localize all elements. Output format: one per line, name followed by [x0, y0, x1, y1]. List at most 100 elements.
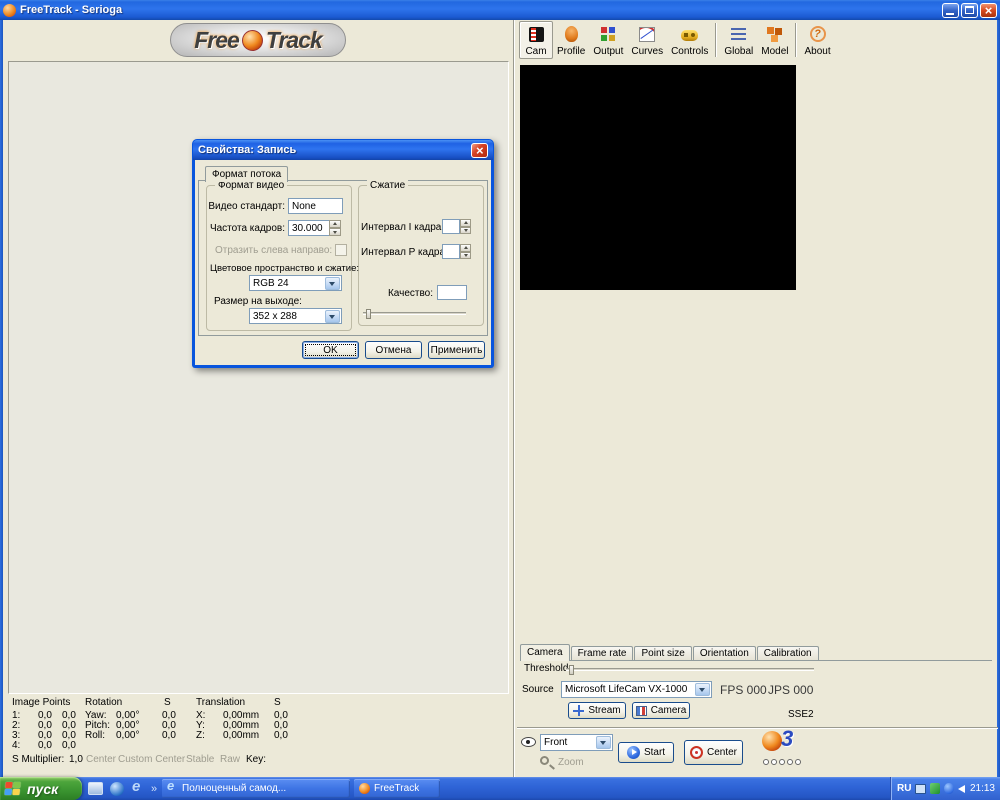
dialog-titlebar: Свойства: Запись [193, 140, 493, 160]
internet-explorer-quick-launch-icon[interactable] [131, 778, 144, 796]
window-controls [942, 2, 997, 18]
custom-center-button[interactable]: Custom Center [118, 754, 185, 765]
language-indicator[interactable]: RU [897, 783, 911, 794]
frame-rate-stepper[interactable] [329, 220, 341, 236]
quality-slider-thumb[interactable] [366, 309, 371, 319]
zoom-control[interactable]: Zoom [558, 757, 584, 768]
minimize-button[interactable] [942, 2, 959, 18]
chevron-down-icon[interactable] [325, 310, 340, 323]
toolbar-curves-button[interactable]: Curves [627, 21, 667, 59]
tray-shield-icon[interactable] [930, 783, 941, 794]
toolbar-model-button[interactable]: Model [757, 21, 792, 59]
tab-frame-rate[interactable]: Frame rate [570, 646, 634, 660]
cancel-button-label: Отмена [375, 344, 412, 356]
quick-launch-icon-2[interactable] [110, 781, 124, 796]
video-standard-field[interactable]: None [288, 198, 343, 214]
i-frame-interval-field[interactable] [442, 219, 460, 234]
close-button[interactable] [980, 2, 997, 18]
raw-toggle[interactable]: Raw [220, 754, 240, 765]
toolbar-about-button[interactable]: About [800, 21, 834, 59]
start-button-taskbar[interactable]: пуск [0, 777, 82, 800]
frame-rate-label: Частота кадров: [209, 223, 285, 234]
sse2-label: SSE2 [788, 709, 814, 720]
view-select[interactable]: Front [540, 734, 613, 751]
status-led-3[interactable] [779, 759, 785, 765]
chevron-down-icon[interactable] [695, 683, 710, 696]
tab-orientation[interactable]: Orientation [692, 646, 756, 660]
threshold-slider-thumb[interactable] [569, 665, 574, 675]
tab-camera[interactable]: Camera [520, 644, 570, 661]
stream-button[interactable]: Stream [568, 702, 626, 719]
stable-toggle[interactable]: Stable [186, 754, 214, 765]
start-button-label: пуск [27, 780, 59, 797]
global-icon [730, 25, 748, 43]
quality-label: Качество: [387, 288, 433, 299]
status-led-2[interactable] [771, 759, 777, 765]
output-size-select[interactable]: 352 x 288 [249, 308, 342, 324]
header-image-points: Image Points [12, 697, 71, 708]
output-icon [599, 25, 617, 43]
status-led-5[interactable] [795, 759, 801, 765]
apply-button[interactable]: Применить [428, 341, 485, 359]
z-s: 0,0 [274, 730, 288, 741]
quality-slider[interactable] [363, 309, 466, 319]
toolbar-cam-button[interactable]: Cam [519, 21, 553, 59]
toolbar-profile-button[interactable]: Profile [553, 21, 589, 59]
stream-button-label: Stream [588, 705, 621, 716]
colorspace-label: Цветовое пространство и сжатие: [210, 263, 360, 274]
tab-stream-format[interactable]: Формат потока [205, 166, 289, 182]
ok-button[interactable]: OK [302, 341, 359, 359]
start-button[interactable]: Start [618, 742, 674, 763]
main-toolbar: Cam Profile Output Curves Controls Globa… [519, 21, 835, 61]
controls-icon [681, 25, 699, 43]
frame-rate-field[interactable]: 30.000 [288, 220, 330, 236]
tray-display-icon[interactable] [915, 783, 927, 794]
threshold-slider[interactable] [566, 665, 814, 675]
toolbar-controls-button[interactable]: Controls [667, 21, 712, 59]
clock[interactable]: 21:13 [970, 783, 995, 794]
taskbar-item-browser-label: Полноценный самод... [182, 783, 287, 794]
chevron-down-icon[interactable] [596, 736, 611, 749]
quick-launch-icon-1[interactable] [88, 782, 103, 795]
status-led-1[interactable] [763, 759, 769, 765]
toolbar-global-button[interactable]: Global [720, 21, 757, 59]
i-frame-interval-label: Интервал I кадра: [361, 222, 445, 233]
toolbar-model-label: Model [761, 46, 789, 57]
cancel-button[interactable]: Отмена [365, 341, 422, 359]
freetrack-version-number: 3 [781, 726, 794, 751]
preview-eye-toggle[interactable] [521, 737, 536, 747]
quality-field[interactable] [437, 285, 467, 300]
taskbar-item-freetrack[interactable]: FreeTrack [354, 779, 440, 798]
toolbar-separator [795, 23, 798, 57]
window-title: FreeTrack - Serioga [20, 4, 123, 16]
chevron-down-icon[interactable] [325, 277, 340, 290]
desktop: FreeTrack - Serioga Free Track Image Poi… [0, 0, 1000, 800]
tab-calibration[interactable]: Calibration [756, 646, 819, 660]
volume-icon[interactable] [957, 784, 965, 793]
dialog-close-button[interactable] [471, 142, 488, 158]
colorspace-select[interactable]: RGB 24 [249, 275, 342, 291]
maximize-button[interactable] [961, 2, 978, 18]
toolbar-output-button[interactable]: Output [589, 21, 627, 59]
p-frame-interval-stepper[interactable] [460, 244, 471, 259]
quick-launch-overflow-chevron[interactable] [151, 783, 157, 795]
status-led-4[interactable] [787, 759, 793, 765]
p-frame-interval-field[interactable] [442, 244, 460, 259]
threshold-label: Threshold [524, 663, 569, 674]
window-border-left [0, 20, 3, 777]
i-frame-interval-stepper[interactable] [460, 219, 471, 234]
dialog-title: Свойства: Запись [198, 144, 297, 156]
quick-launch [88, 777, 157, 800]
tab-point-size[interactable]: Point size [634, 646, 692, 660]
center-button[interactable]: Center [86, 754, 116, 765]
s-multiplier-value: 1,0 [69, 754, 83, 765]
flip-horizontal-checkbox[interactable] [335, 244, 347, 256]
model-icon [766, 25, 784, 43]
tray-update-icon[interactable] [944, 783, 954, 794]
camera-button[interactable]: Camera [632, 702, 690, 719]
profile-icon [562, 25, 580, 43]
camera-button-label: Camera [650, 705, 687, 716]
center-button[interactable]: Center [684, 740, 743, 765]
taskbar-item-browser[interactable]: Полноценный самод... [162, 779, 350, 798]
source-select[interactable]: Microsoft LifeCam VX-1000 [561, 681, 712, 698]
